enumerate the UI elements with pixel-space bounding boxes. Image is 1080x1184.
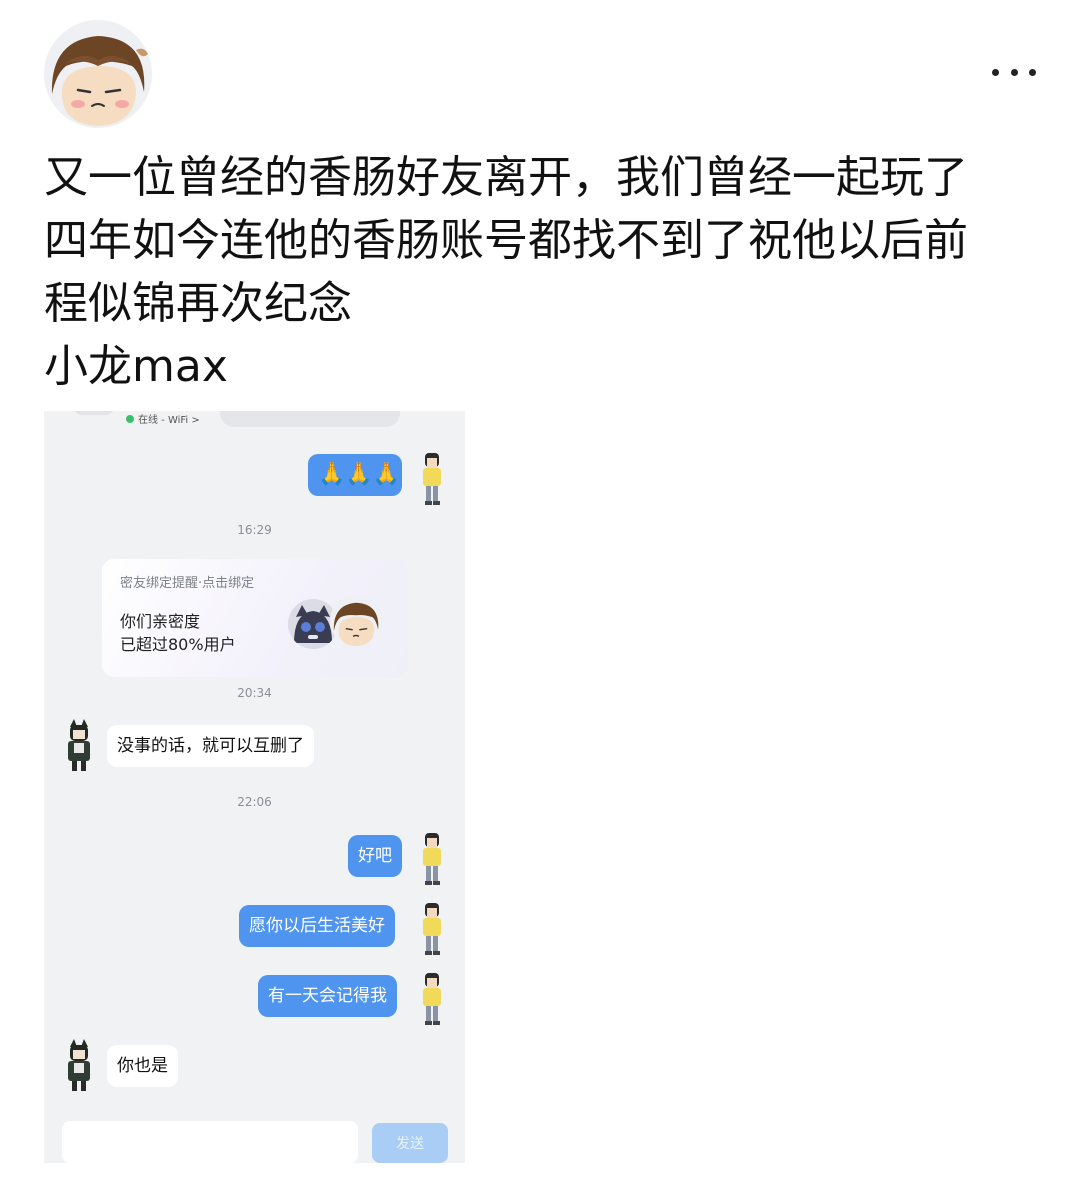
- my-avatar: [415, 451, 449, 507]
- dot: [1029, 68, 1036, 76]
- post-line: 小龙max: [44, 341, 228, 392]
- message-bubble-sent: 愿你以后生活美好: [239, 905, 395, 947]
- online-dot-icon: [126, 414, 134, 423]
- pixel-character-icon: [423, 973, 441, 1025]
- chat-input-bar: 发送: [44, 1111, 465, 1163]
- pixel-wolf-girl-icon: [68, 719, 90, 771]
- post-line: 四年如今连他的香肠账号都找不到了祝他以后前: [44, 215, 968, 266]
- close-friend-bind-card[interactable]: 密友绑定提醒·点击绑定 你们亲密度 已超过80%用户: [102, 559, 408, 677]
- author-avatar[interactable]: [44, 20, 152, 128]
- friend-avatar: [62, 1039, 96, 1095]
- online-status: 在线 - WiFi >: [126, 411, 200, 426]
- card-line-1: 你们亲密度: [120, 612, 201, 631]
- timestamp: 16:29: [237, 523, 272, 537]
- my-avatar: [415, 901, 449, 957]
- post-line: 又一位曾经的香肠好友离开，我们曾经一起玩了: [44, 152, 968, 203]
- message-bubble-received: 你也是: [107, 1045, 178, 1087]
- post-line: 程似锦再次纪念: [44, 278, 352, 329]
- message-bubble-sent: 有一天会记得我: [258, 975, 397, 1017]
- send-button[interactable]: 发送: [372, 1123, 448, 1163]
- pixel-character-icon: [423, 903, 441, 955]
- cartoon-boy-avatar-icon: [330, 595, 382, 647]
- timestamp: 22:06: [237, 795, 272, 809]
- timestamp: 20:34: [237, 686, 272, 700]
- my-avatar: [415, 971, 449, 1027]
- message-bubble-sent: 好吧: [348, 835, 402, 877]
- cartoon-boy-avatar-icon: [44, 20, 152, 128]
- friend-avatar: [62, 719, 96, 775]
- header-back-pill: [74, 411, 114, 415]
- header-pill: [220, 411, 400, 427]
- dot: [992, 68, 999, 76]
- my-avatar: [415, 831, 449, 887]
- message-input[interactable]: [62, 1121, 358, 1163]
- card-title[interactable]: 密友绑定提醒·点击绑定: [120, 572, 254, 591]
- my-card-avatar: [330, 595, 382, 647]
- card-line-2: 已超过80%用户: [120, 635, 236, 654]
- message-bubble-received: 没事的话，就可以互删了: [107, 725, 314, 767]
- pixel-wolf-girl-icon: [68, 1039, 90, 1091]
- online-status-text: 在线 - WiFi >: [138, 415, 200, 426]
- message-bubble-emoji: 🙏🙏🙏: [308, 454, 402, 496]
- post-body: 又一位曾经的香肠好友离开，我们曾经一起玩了 四年如今连他的香肠账号都找不到了祝他…: [44, 146, 1044, 398]
- pixel-character-icon: [423, 453, 441, 505]
- pixel-character-icon: [423, 833, 441, 885]
- pray-hands-icon: 🙏🙏🙏: [318, 462, 401, 487]
- more-dots-icon[interactable]: [992, 60, 1036, 84]
- dot: [1010, 68, 1018, 76]
- chat-screenshot-image[interactable]: 在线 - WiFi > 🙏🙏🙏 16:29 密友绑定提醒·点击绑定 你们亲密度 …: [44, 411, 465, 1163]
